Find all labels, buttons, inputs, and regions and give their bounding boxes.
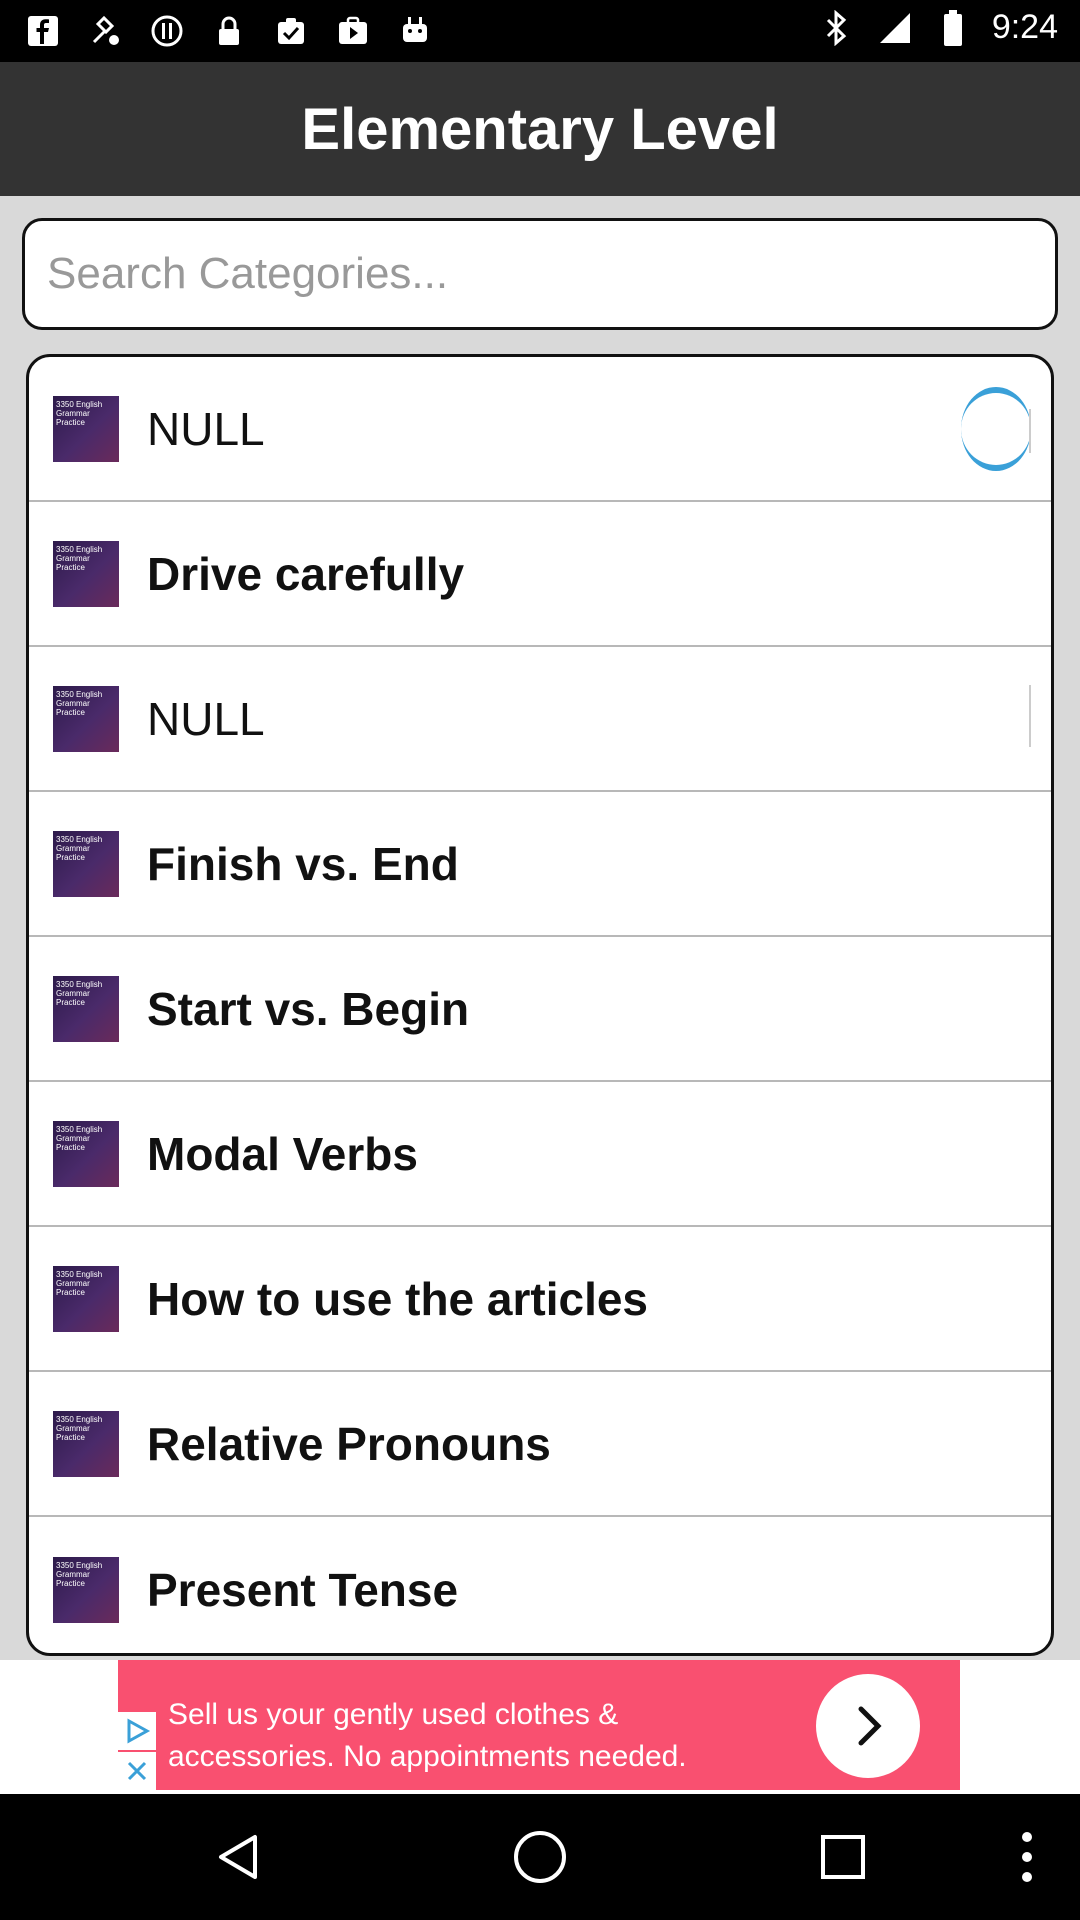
status-time: 9:24 [991, 8, 1058, 46]
loading-spinner-icon [961, 387, 1031, 471]
status-left-icons [24, 12, 434, 50]
ad-banner[interactable]: Sell us your gently used clothes & acces… [0, 1660, 1080, 1794]
ad-close-icon[interactable] [118, 1752, 156, 1790]
list-item-label: Start vs. Begin [147, 982, 470, 1035]
grammar-book-thumbnail: 3350 English Grammar Practice [53, 975, 119, 1042]
chevron-right-icon [858, 1706, 882, 1746]
grammar-book-thumbnail: 3350 English Grammar Practice [53, 685, 119, 752]
list-item-label: How to use the articles [147, 1272, 649, 1325]
list-item-label: Drive carefully [147, 547, 465, 600]
more-button[interactable] [992, 1822, 1062, 1892]
list-item[interactable]: 3350 English Grammar Practice Relative P… [29, 1372, 1051, 1517]
list-item[interactable]: 3350 English Grammar Practice NULL [29, 647, 1051, 792]
grammar-book-thumbnail: 3350 English Grammar Practice [53, 1410, 119, 1477]
status-bar: 9:24 [0, 0, 1080, 62]
fake-gps-icon [86, 12, 124, 50]
alert-icon [148, 12, 186, 50]
ad-text: Sell us your gently used clothes & acces… [168, 1698, 687, 1773]
list-item-label: Modal Verbs [147, 1127, 418, 1180]
list-item[interactable]: 3350 English Grammar Practice Present Te… [29, 1517, 1051, 1653]
list-item[interactable]: 3350 English Grammar Practice Finish vs.… [29, 792, 1051, 937]
list-item-label: Present Tense [147, 1563, 459, 1616]
search-input[interactable] [47, 249, 1055, 299]
back-button[interactable] [204, 1822, 274, 1892]
recents-icon [821, 1835, 865, 1879]
category-list: 3350 English Grammar Practice NULL 3350 … [26, 354, 1054, 1656]
facebook-icon [24, 12, 62, 50]
list-item[interactable]: 3350 English Grammar Practice NULL [29, 357, 1051, 502]
bluetooth-icon [818, 9, 856, 47]
grammar-book-thumbnail: 3350 English Grammar Practice [53, 395, 119, 462]
fast-scroll-handle[interactable] [1029, 685, 1051, 747]
system-nav-bar [0, 1794, 1080, 1920]
ad-next-button[interactable] [816, 1674, 920, 1778]
signal-icon [876, 9, 914, 47]
grammar-book-thumbnail: 3350 English Grammar Practice [53, 540, 119, 607]
fast-scroll-handle[interactable] [1029, 409, 1051, 453]
grammar-book-thumbnail: 3350 English Grammar Practice [53, 1265, 119, 1332]
list-item-label: NULL [147, 692, 265, 745]
grammar-book-thumbnail: 3350 English Grammar Practice [53, 830, 119, 897]
list-item-label: Finish vs. End [147, 837, 459, 890]
grammar-book-thumbnail: 3350 English Grammar Practice [53, 1120, 119, 1187]
search-box[interactable] [22, 218, 1058, 330]
play-store-icon [334, 12, 372, 50]
status-right: 9:24 [818, 8, 1058, 47]
battery-icon [934, 9, 972, 47]
android-icon [396, 12, 434, 50]
home-button[interactable] [505, 1822, 575, 1892]
list-item[interactable]: 3350 English Grammar Practice Modal Verb… [29, 1082, 1051, 1227]
back-icon [219, 1835, 257, 1879]
app-bar: Elementary Level [0, 62, 1080, 196]
list-item[interactable]: 3350 English Grammar Practice Start vs. … [29, 937, 1051, 1082]
clipboard-check-icon [272, 12, 310, 50]
lock-icon [210, 12, 248, 50]
ad-content[interactable]: Sell us your gently used clothes & acces… [118, 1660, 960, 1790]
content-area: 3350 English Grammar Practice NULL 3350 … [0, 196, 1080, 1660]
grammar-book-thumbnail: 3350 English Grammar Practice [53, 1556, 119, 1623]
ad-info-icon[interactable] [118, 1712, 156, 1750]
list-item-label: NULL [147, 402, 265, 455]
home-icon [514, 1831, 566, 1883]
recents-button[interactable] [808, 1822, 878, 1892]
page-title: Elementary Level [301, 96, 779, 162]
list-item-label: Relative Pronouns [147, 1417, 551, 1470]
list-item[interactable]: 3350 English Grammar Practice Drive care… [29, 502, 1051, 647]
list-item[interactable]: 3350 English Grammar Practice How to use… [29, 1227, 1051, 1372]
more-icon [1022, 1832, 1032, 1882]
